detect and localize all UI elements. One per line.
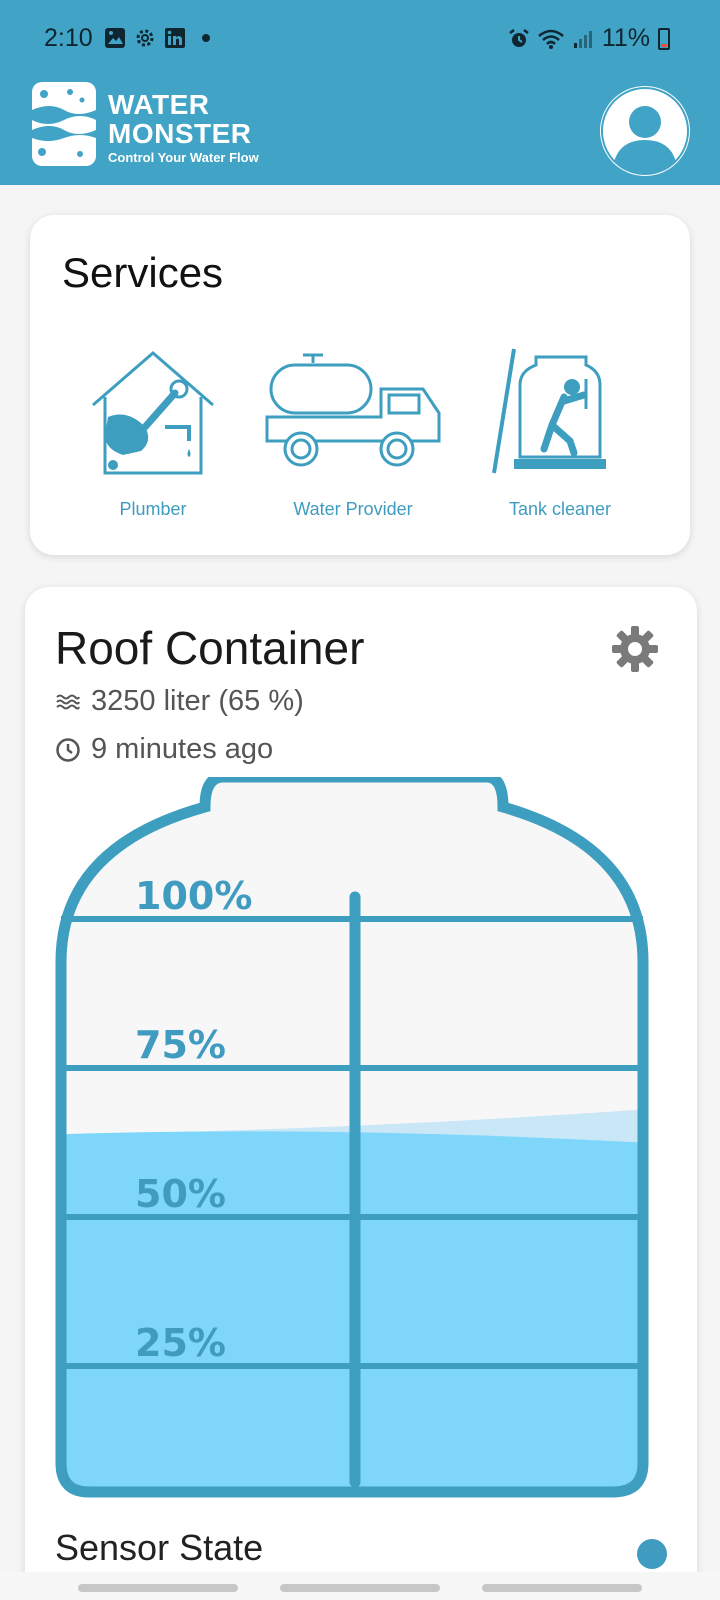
brand-line2: MONSTER: [108, 118, 252, 149]
sensor-state-title: Sensor State: [55, 1527, 264, 1568]
status-bar: 2:10 11%: [0, 0, 720, 80]
water-truck-icon: [265, 353, 441, 467]
system-nav-bar: [0, 1572, 720, 1600]
container-volume: 3250 liter (65 %): [55, 685, 304, 718]
wifi-icon: [538, 29, 564, 49]
signal-icon: [573, 30, 592, 48]
profile-avatar-button[interactable]: [600, 86, 690, 176]
status-right-icons: 11%: [508, 24, 670, 53]
container-updated: 9 minutes ago: [55, 733, 273, 766]
service-tank-cleaner-label: Tank cleaner: [508, 499, 612, 519]
service-plumber[interactable]: Plumber: [48, 345, 258, 520]
nav-home[interactable]: [280, 1584, 440, 1592]
water-tank-visual: 100% 75% 50% 25%: [55, 777, 649, 1498]
services-title: Services: [62, 249, 224, 296]
plumber-icon: [92, 351, 214, 475]
clock-icon: [56, 737, 80, 762]
waves-icon: [56, 694, 80, 709]
container-updated-text: 9 minutes ago: [91, 733, 274, 765]
service-plumber-label: Plumber: [119, 499, 187, 519]
level-label: 75%: [135, 1023, 226, 1067]
battery-icon: [658, 27, 670, 50]
brand-tagline: Control Your Water Flow: [108, 150, 259, 165]
service-tank-cleaner[interactable]: Tank cleaner: [455, 345, 665, 520]
service-water-provider[interactable]: Water Provider: [248, 345, 458, 520]
gallery-icon: [105, 28, 125, 48]
roof-container-card: Roof Container 3250 liter (65 %) 9 minut…: [25, 587, 697, 1600]
water-fill: [61, 1131, 643, 1492]
service-water-provider-label: Water Provider: [293, 499, 413, 519]
water-monster-logo: [32, 82, 96, 166]
services-card: Services Plumber Water Provider Tank cle…: [30, 215, 690, 555]
status-time: 2:10: [44, 24, 93, 52]
settings-icon: [136, 29, 154, 47]
gear-icon[interactable]: [609, 623, 661, 675]
brand: WATER MONSTER Control Your Water Flow: [108, 90, 259, 165]
tank-cleaner-icon: [492, 348, 606, 474]
level-label: 100%: [135, 874, 252, 918]
linkedin-icon: [165, 28, 185, 48]
nav-recents[interactable]: [78, 1584, 238, 1592]
alarm-icon: [509, 28, 529, 47]
sensor-status-indicator: [637, 1539, 667, 1569]
user-icon: [601, 87, 689, 175]
status-left-icons: [104, 27, 210, 49]
brand-line1: WATER: [108, 89, 210, 120]
battery-percent: 11%: [601, 24, 650, 52]
level-label: 25%: [135, 1321, 226, 1365]
container-title: Roof Container: [55, 622, 365, 674]
app-header: WATER MONSTER Control Your Water Flow: [0, 80, 720, 185]
nav-back[interactable]: [482, 1584, 642, 1592]
level-label: 50%: [135, 1172, 226, 1216]
container-volume-text: 3250 liter (65 %): [91, 685, 304, 717]
notification-dot: [202, 34, 210, 42]
